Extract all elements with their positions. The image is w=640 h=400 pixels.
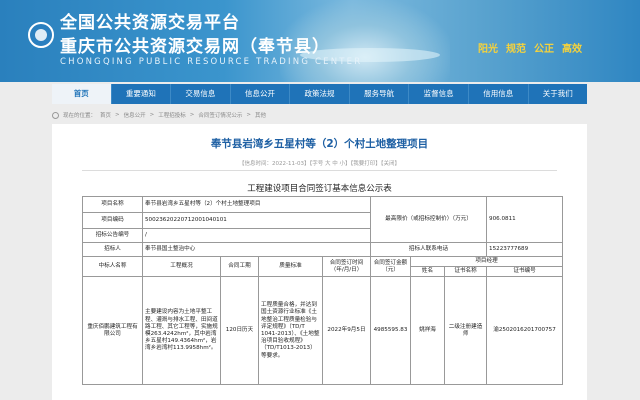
bid-code: /	[142, 228, 371, 243]
quality-standard: 工程质量合格，并达到国土资源行业标准《土地整治工程质量检验与评定规程》（TD/T…	[258, 276, 323, 386]
col-overview: 工程概况	[142, 255, 221, 278]
article-title: 奉节县岩湾乡五星村等（2）个村土地整理项目	[210, 138, 429, 150]
max-price-label: 最高限价（或招标控制价）（万元）	[369, 196, 488, 243]
cert-number: 渝2502016201700757	[486, 276, 564, 386]
contact-phone: 15223777689	[486, 242, 564, 257]
col-winner: 中标人名称	[82, 255, 143, 278]
header-banner: 全国公共资源交易平台 重庆市公共资源交易网（奉节县） CHONGQING PUB…	[0, 0, 640, 82]
article-content: 奉节县岩湾乡五星村等（2）个村土地整理项目 【信息时间：2022-11-03】【…	[52, 124, 587, 400]
nav-supervision[interactable]: 监督信息	[409, 84, 469, 104]
contract-info-table: 项目名称 奉节县岩湾乡五星村等（2）个村土地整理项目 最高限价（或招标控制价）（…	[82, 196, 564, 386]
nav-credit[interactable]: 信用信息	[469, 84, 529, 104]
nav-policy[interactable]: 政策法规	[290, 84, 350, 104]
slogan: 公正	[534, 44, 554, 55]
nav-trading[interactable]: 交易信息	[171, 84, 231, 104]
col-sign-date: 合同签订时间（年/月/日）	[322, 255, 371, 278]
project-overview: 主要建设内容为土地平整工程、灌溉与排水工程、田间道路工程、其它工程等，实施规模2…	[142, 276, 221, 386]
breadcrumb-prefix: 现在的位置：	[63, 113, 97, 119]
col-amount: 合同签订金额（元）	[370, 255, 411, 278]
nav-disclosure[interactable]: 信息公开	[231, 84, 291, 104]
divider	[82, 170, 557, 171]
site-title-english: CHONGQING PUBLIC RESOURCE TRADING CENTER	[60, 57, 363, 67]
tenderer: 奉节县国土整治中心	[142, 242, 371, 257]
contact-label: 招标人联系电话	[369, 242, 488, 257]
nav-about[interactable]: 关于我们	[529, 84, 588, 104]
winner-name: 重庆佰鹏建筑工程有限公司	[82, 276, 143, 386]
page: 全国公共资源交易平台 重庆市公共资源交易网（奉节县） CHONGQING PUB…	[0, 0, 640, 400]
slogan: 阳光	[478, 44, 498, 55]
col-cert-type: 证书名称	[443, 266, 488, 278]
site-title-local[interactable]: 重庆市公共资源交易网（奉节县）	[60, 32, 330, 57]
location-icon	[52, 111, 59, 119]
tenderer-label: 招标人	[82, 242, 143, 257]
nav-home[interactable]: 首页	[52, 84, 112, 104]
emblem-icon	[28, 22, 54, 48]
slogan: 高效	[562, 44, 582, 55]
col-quality: 质量标准	[258, 255, 323, 278]
breadcrumb-item[interactable]: 合同签订情况公示	[198, 111, 242, 119]
site-title-national: 全国公共资源交易平台	[60, 13, 240, 33]
breadcrumb-item[interactable]: 首页	[100, 111, 111, 119]
max-price: 906.0811	[486, 196, 564, 243]
col-manager-name: 姓名	[410, 266, 445, 278]
contract-amount: 4985595.83	[370, 276, 411, 386]
nav-service[interactable]: 服务导航	[350, 84, 410, 104]
col-manager: 项目经理	[409, 255, 564, 268]
nav-notices[interactable]: 重要通知	[112, 84, 172, 104]
project-code: 500236202207120010401​01	[142, 212, 371, 229]
breadcrumb-item[interactable]: 工程招投标	[158, 111, 186, 119]
project-name-label: 项目名称	[82, 196, 143, 213]
main-nav: 首页 重要通知 交易信息 信息公开 政策法规 服务导航 监督信息 信用信息 关于…	[52, 84, 587, 104]
table-title: 工程建设项目合同签订基本信息公示表	[247, 184, 392, 194]
contract-period: 120日历天	[220, 276, 259, 386]
bid-code-label: 招标公告编号	[82, 228, 143, 243]
manager-name: 姚祥海	[410, 276, 445, 386]
breadcrumb-item[interactable]: 其他	[255, 111, 266, 119]
slogans: 阳光 规范 公正 高效	[478, 40, 582, 55]
slogan: 规范	[506, 44, 526, 55]
cert-type: 二级注册建造师	[443, 276, 488, 386]
project-name: 奉节县岩湾乡五星村等（2）个村土地整理项目	[142, 196, 371, 213]
col-period: 合同工期	[220, 255, 259, 278]
breadcrumb-item[interactable]: 信息公开	[124, 111, 146, 119]
breadcrumb: 现在的位置： 首页 > 信息公开 > 工程招投标 > 合同签订情况公示 > 其他	[52, 108, 587, 122]
project-code-label: 项目编码	[82, 212, 143, 229]
col-cert-no: 证书编号	[486, 266, 564, 278]
sign-date: 2022年9月5日	[322, 276, 371, 386]
article-meta[interactable]: 【信息时间：2022-11-03】【字号 大 中 小】【我要打印】【关闭】	[52, 159, 587, 167]
